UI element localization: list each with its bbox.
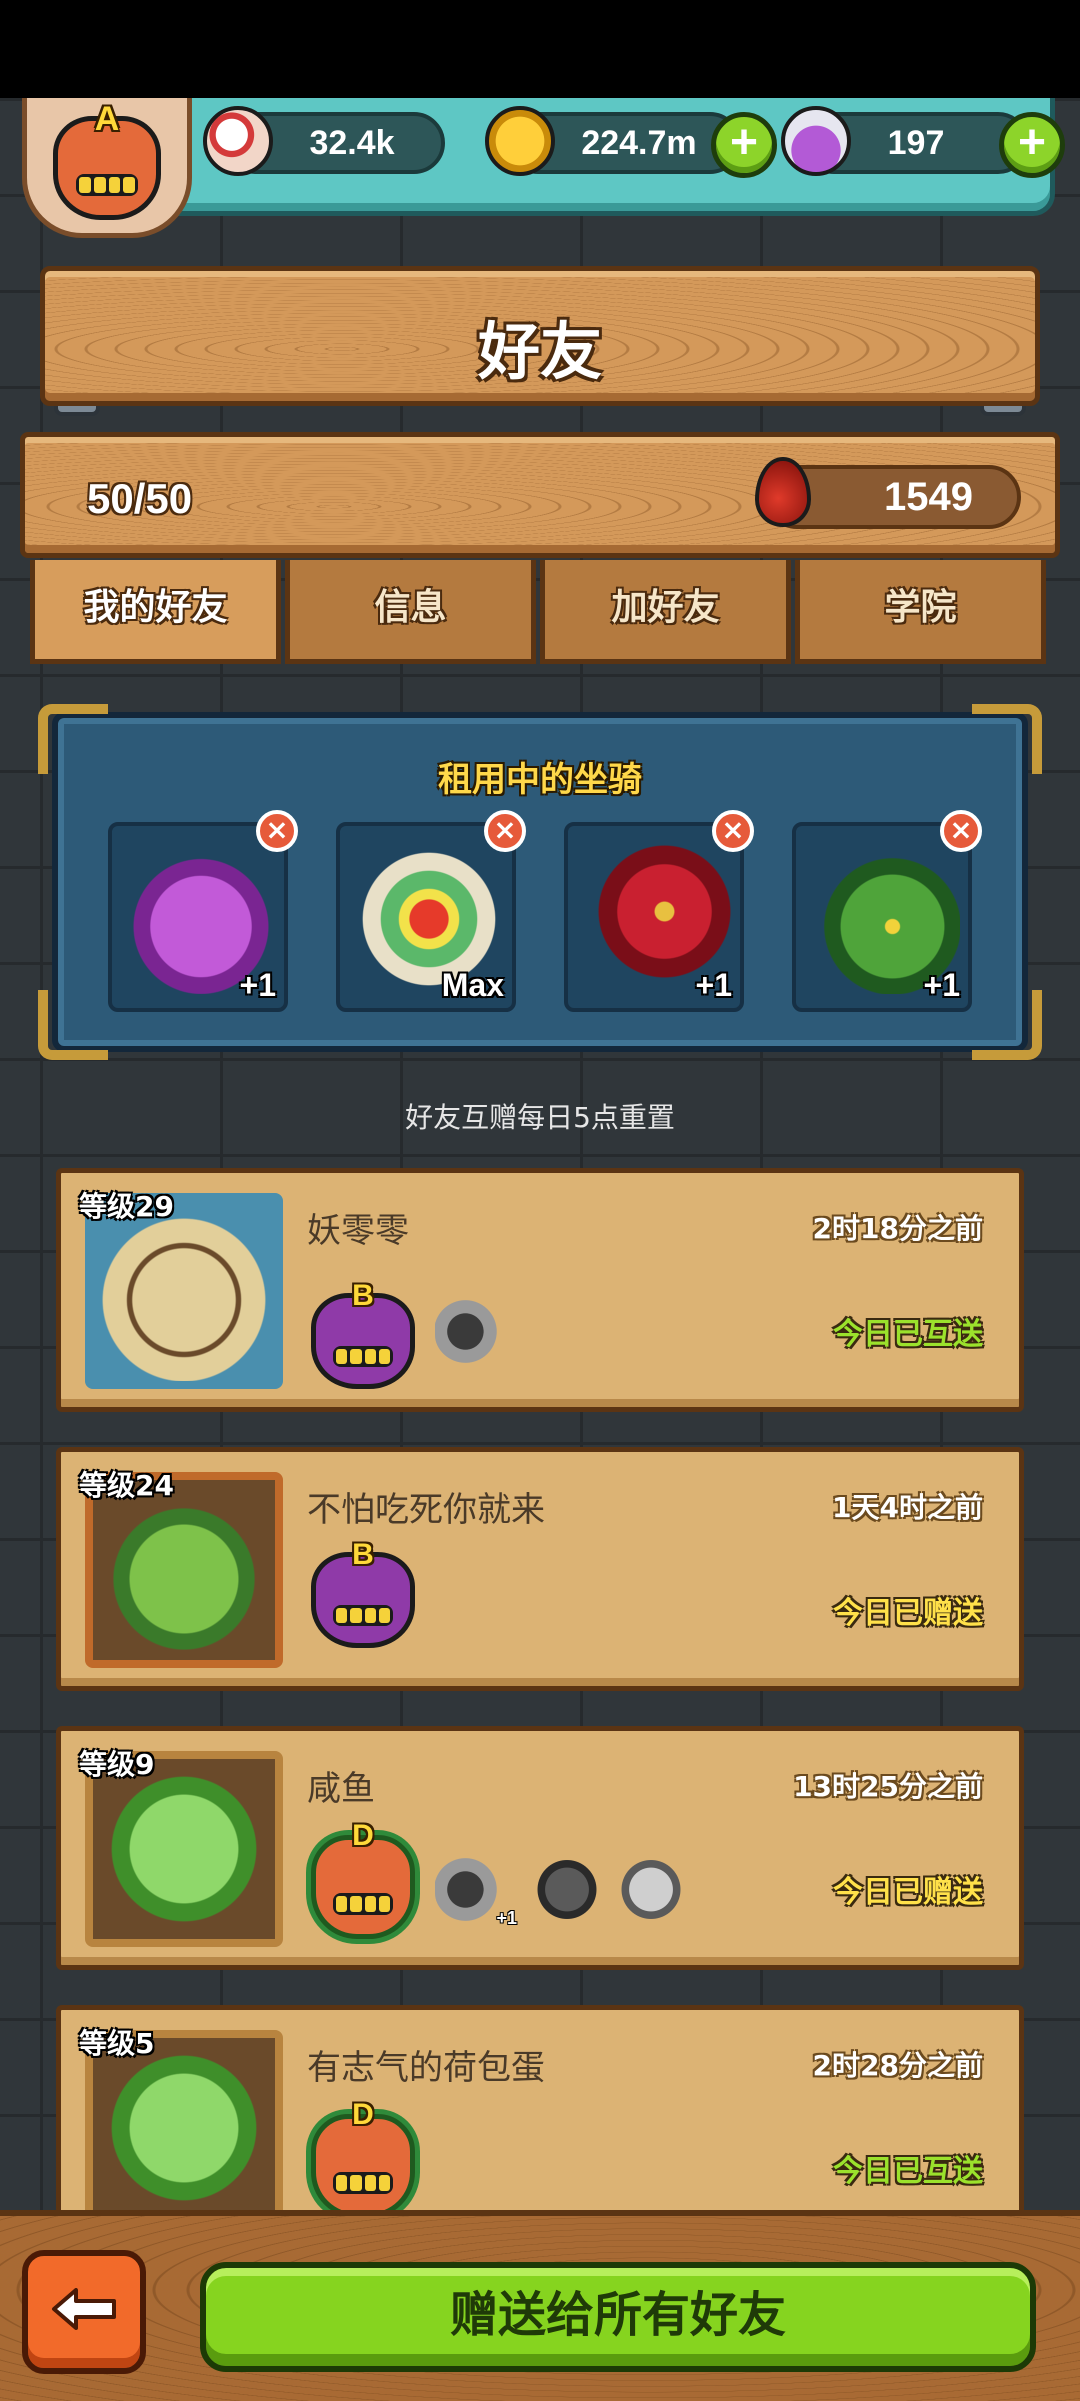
title-plank: 好友: [40, 266, 1040, 406]
mount-slot[interactable]: × +1: [792, 810, 982, 1012]
friend-card[interactable]: 等级24 不怕吃死你就来 1天4时之前 B 今日已赠送: [56, 1447, 1024, 1691]
tab-add-friends[interactable]: 加好友: [540, 560, 791, 664]
mount-level: +1: [695, 967, 732, 1003]
eyeball-icon: [203, 106, 273, 176]
resource-bar: 32.4k 224.7m + 197 +: [130, 98, 1065, 216]
add-coins-button[interactable]: +: [711, 112, 777, 178]
friend-level: 等级5: [79, 2027, 155, 2060]
gift-status: 今日已赠送: [833, 1875, 983, 1910]
back-button[interactable]: [22, 2250, 146, 2374]
friends-info-bar: 50/50 1549: [20, 432, 1060, 558]
friend-name: 妖零零: [307, 1211, 409, 1251]
coins-value: 224.7m: [581, 124, 697, 162]
page-title: 好友: [477, 315, 602, 388]
friends-tabs: 我的好友 信息 加好友 学院: [30, 560, 1050, 664]
mount-level: +1: [239, 967, 276, 1003]
friend-grade-letter: D: [352, 2098, 374, 2132]
gift-status: 今日已互送: [833, 2154, 983, 2189]
mount-level: Max: [441, 967, 504, 1003]
friend-card[interactable]: 等级9 咸鱼 13时25分之前 D +1 今日已赠送: [56, 1726, 1024, 1970]
player-avatar[interactable]: A: [22, 98, 192, 238]
cart-mount-icon: [435, 1293, 511, 1363]
mount-level: +1: [923, 967, 960, 1003]
gift-all-friends-button[interactable]: 赠送给所有好友: [200, 2262, 1036, 2372]
last-online-time: 1天4时之前: [832, 1491, 983, 1524]
friend-level: 等级9: [79, 1748, 155, 1781]
remove-mount-button[interactable]: ×: [940, 810, 982, 852]
friend-count: 50/50: [87, 475, 193, 522]
cart-mount-icon: +1: [435, 1851, 517, 1928]
potion-value: 197: [887, 124, 945, 162]
friend-level: 等级24: [79, 1469, 174, 1502]
player-grade-badge: A: [53, 100, 161, 220]
add-potion-button[interactable]: +: [999, 112, 1065, 178]
rented-mounts-title: 租用中的坐骑: [438, 760, 642, 800]
spiky-pig-mount-icon: [529, 1851, 605, 1921]
rented-mounts-panel: 租用中的坐骑 × +1 × Max × +1 × +1: [38, 704, 1042, 1060]
mount-slot[interactable]: × Max: [336, 810, 526, 1012]
friend-grade-letter: B: [352, 1279, 374, 1313]
friend-name: 咸鱼: [307, 1769, 375, 1809]
daily-reset-note: 好友互赠每日5点重置: [405, 1101, 675, 1134]
friend-level: 等级29: [79, 1190, 174, 1223]
friend-grade-letter: B: [352, 1538, 374, 1572]
player-grade-letter: A: [94, 100, 120, 139]
mount-slot[interactable]: × +1: [108, 810, 298, 1012]
last-online-time: 13时25分之前: [793, 1770, 983, 1803]
last-online-time: 2时28分之前: [812, 2049, 983, 2082]
friend-grade-badge: B: [311, 1279, 415, 1389]
gift-status: 今日已互送: [833, 1317, 983, 1352]
tab-my-friends[interactable]: 我的好友: [30, 560, 281, 664]
mount-level: +1: [496, 1908, 517, 1928]
tab-academy[interactable]: 学院: [795, 560, 1046, 664]
remove-mount-button[interactable]: ×: [256, 810, 298, 852]
remove-mount-button[interactable]: ×: [712, 810, 754, 852]
mount-slot[interactable]: × +1: [564, 810, 754, 1012]
friend-card[interactable]: 等级29 妖零零 2时18分之前 B 今日已互送: [56, 1168, 1024, 1412]
friend-grade-badge: B: [311, 1538, 415, 1648]
pufferfish-mount-icon: [613, 1851, 689, 1921]
coins-counter: 224.7m +: [485, 106, 777, 178]
tab-messages[interactable]: 信息: [285, 560, 536, 664]
blood-drop-icon: [755, 457, 811, 527]
blood-value: 1549: [884, 475, 973, 519]
eyes-value: 32.4k: [309, 124, 395, 162]
potion-counter: 197 +: [781, 106, 1065, 178]
panel-corner: [38, 990, 108, 1060]
friend-name: 不怕吃死你就来: [307, 1490, 545, 1530]
remove-mount-button[interactable]: ×: [484, 810, 526, 852]
eyes-counter: 32.4k: [203, 106, 445, 176]
back-arrow-icon: [52, 2288, 116, 2330]
panel-corner: [972, 990, 1042, 1060]
status-bar: [0, 0, 1080, 98]
friend-name: 有志气的荷包蛋: [307, 2048, 545, 2088]
friend-grade-badge: D: [311, 2098, 415, 2218]
friend-grade-letter: D: [352, 1819, 374, 1853]
gold-coin-icon: [485, 106, 555, 176]
blood-counter: 1549: [755, 457, 1021, 529]
last-online-time: 2时18分之前: [812, 1212, 983, 1245]
purple-potion-icon: [781, 106, 851, 176]
friend-grade-badge: D: [311, 1819, 415, 1939]
gift-status: 今日已赠送: [833, 1596, 983, 1631]
